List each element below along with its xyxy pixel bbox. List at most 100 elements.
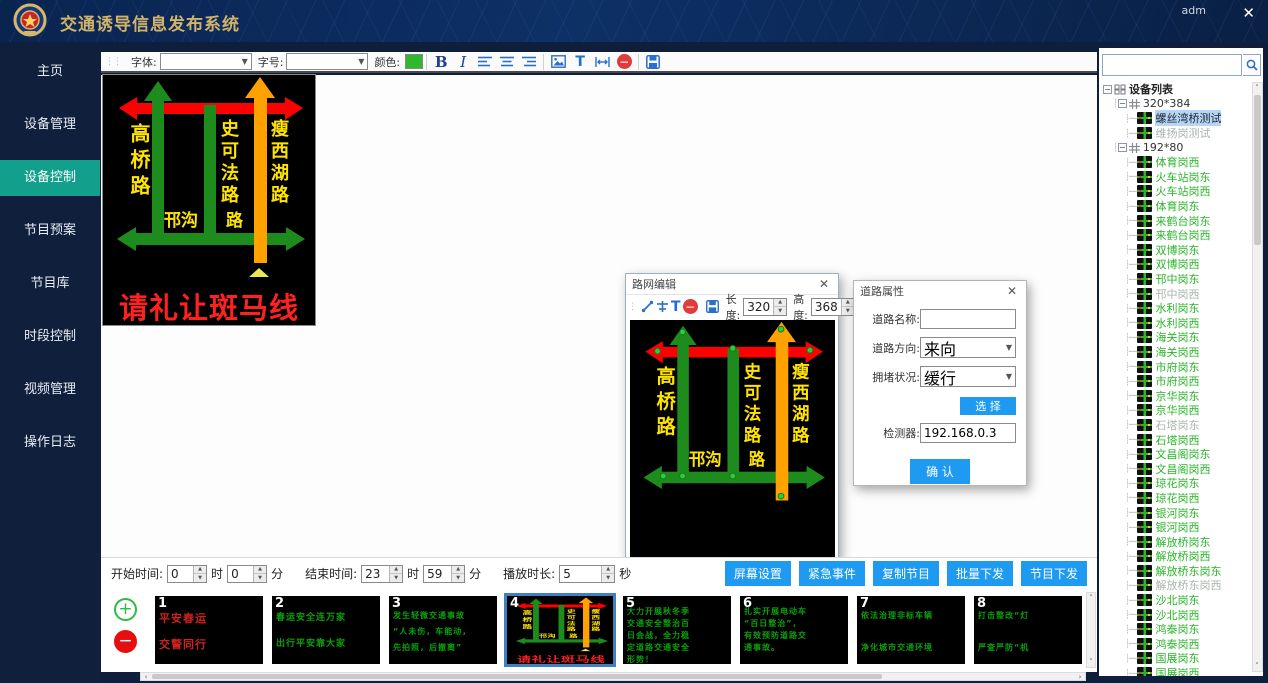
duration-spinner[interactable]: 5▲▼	[559, 565, 615, 583]
select-detector-button[interactable]: 选 择	[960, 397, 1016, 415]
scroll-down-icon[interactable]: ˅	[1087, 657, 1095, 667]
text-tool-button[interactable]: T	[570, 53, 590, 71]
delete-object-icon[interactable]: −	[614, 53, 634, 71]
device-item[interactable]: ┊──银河岗西	[1101, 520, 1251, 535]
sidebar-item-0[interactable]: 主页	[0, 54, 100, 90]
program-frame-4[interactable]: 4高桥路史可法路瘦西湖路邗沟路请礼让斑马线	[504, 593, 616, 667]
sidebar-item-3[interactable]: 节目预案	[0, 213, 100, 249]
device-item[interactable]: ┊──邗中岗东	[1101, 272, 1251, 287]
delete-object-icon[interactable]: −	[683, 298, 698, 316]
device-item[interactable]: ┊──沙北岗西	[1101, 607, 1251, 622]
program-frame-2[interactable]: 2春运安全连万家出行平安靠大家	[272, 596, 380, 664]
device-item[interactable]: ┊──文昌阁岗东	[1101, 447, 1251, 462]
device-item[interactable]: ┊──京华岗东	[1101, 388, 1251, 403]
device-item[interactable]: ┊──火车站岗东	[1101, 170, 1251, 185]
scroll-right-icon[interactable]: ›	[1075, 673, 1085, 680]
device-item[interactable]: ┊──文昌阁岗西	[1101, 461, 1251, 476]
align-center-icon[interactable]	[497, 53, 517, 71]
program-frame-5[interactable]: 5大力开展秋冬季交通安全整治百日会战，全力稳定道路交通安全形势！	[623, 596, 731, 664]
road-direction-select[interactable]: 来向▼	[920, 337, 1016, 358]
device-item[interactable]: ┊──石塔岗东	[1101, 418, 1251, 433]
add-frame-button[interactable]: +	[114, 598, 137, 621]
scroll-up-icon[interactable]: ˄	[1087, 593, 1095, 603]
sidebar-item-4[interactable]: 节目库	[0, 266, 100, 302]
traffic-sign-preview[interactable]: 高桥路史可法路瘦西湖路邗沟路请礼让斑马线	[103, 75, 315, 325]
bold-button[interactable]: B	[431, 53, 451, 71]
close-icon[interactable]: ✕	[816, 277, 832, 291]
edit-handle[interactable]	[807, 347, 814, 354]
remove-frame-button[interactable]: −	[114, 630, 137, 653]
edit-handle[interactable]	[654, 348, 661, 355]
user-name[interactable]: adm	[1182, 4, 1206, 17]
edit-handle[interactable]	[679, 329, 686, 336]
program-frame-6[interactable]: 6扎实开展电动车“百日整治”，有效预防道路交通事故。	[740, 596, 848, 664]
program-frame-1[interactable]: 1平安春运交警同行	[155, 596, 263, 664]
device-tree-root[interactable]: −设备列表	[1101, 82, 1251, 97]
edit-handle[interactable]	[778, 493, 785, 500]
search-button[interactable]	[1243, 54, 1261, 76]
align-left-icon[interactable]	[475, 53, 495, 71]
device-item[interactable]: ┊──体育岗东	[1101, 199, 1251, 214]
close-icon[interactable]: ✕	[1004, 284, 1020, 298]
detector-input[interactable]	[920, 423, 1016, 443]
device-item[interactable]: ┊──双博岗西	[1101, 257, 1251, 272]
sidebar-item-6[interactable]: 视频管理	[0, 372, 100, 408]
device-item[interactable]: ┊──石塔岗西	[1101, 432, 1251, 447]
insert-image-icon[interactable]	[548, 53, 568, 71]
end-hour-spinner[interactable]: 23▲▼	[361, 565, 403, 583]
device-item[interactable]: ┊──国展岗西	[1101, 666, 1251, 676]
tree-vertical-scrollbar[interactable]: ˄ ˅	[1252, 82, 1263, 672]
device-item[interactable]: ┊──邗中岗西	[1101, 286, 1251, 301]
edit-handle[interactable]	[729, 473, 736, 480]
device-item[interactable]: ┊──市府岗西	[1101, 374, 1251, 389]
device-item[interactable]: ┊──解放桥岗东	[1101, 534, 1251, 549]
text-tool-button[interactable]: T	[671, 298, 681, 316]
device-item[interactable]: ┊──国展岗东	[1101, 651, 1251, 666]
edit-handle[interactable]	[660, 473, 667, 480]
scrollbar-thumb[interactable]	[1254, 95, 1261, 245]
sidebar-item-2[interactable]: 设备控制	[0, 160, 100, 196]
strip-vertical-scrollbar[interactable]: ˄ ˅	[1086, 592, 1096, 668]
program-frame-8[interactable]: 8打击整改“灯严查严防“机	[974, 596, 1082, 664]
resize-tool-icon[interactable]	[592, 53, 612, 71]
edit-handle[interactable]	[679, 473, 686, 480]
device-group-320*384[interactable]: ┊−320*384	[1101, 97, 1251, 112]
device-item[interactable]: ┊──解放桥岗西	[1101, 549, 1251, 564]
scroll-up-icon[interactable]: ˄	[1253, 83, 1261, 93]
device-item[interactable]: ┊──来鹤台岗西	[1101, 228, 1251, 243]
font-select[interactable]: ▼	[160, 53, 252, 70]
device-item[interactable]: ┊──银河岗东	[1101, 505, 1251, 520]
end-minute-spinner[interactable]: 59▲▼	[423, 565, 465, 583]
device-item[interactable]: ┊──海关岗西	[1101, 345, 1251, 360]
edit-handle[interactable]	[729, 345, 736, 352]
device-item[interactable]: ┊──水利岗东	[1101, 301, 1251, 316]
action-button-1[interactable]: 紧急事件	[799, 561, 865, 586]
align-right-icon[interactable]	[519, 53, 539, 71]
device-item[interactable]: ┊──维扬岗测试	[1101, 126, 1251, 141]
action-button-4[interactable]: 节目下发	[1021, 561, 1087, 586]
height-spinner[interactable]: 368 ▲▼	[811, 298, 855, 316]
edit-handle[interactable]	[778, 326, 785, 333]
collapse-icon[interactable]: −	[1103, 85, 1112, 94]
save-icon[interactable]	[706, 298, 719, 316]
font-size-select[interactable]: ▼	[286, 53, 368, 70]
device-item[interactable]: ┊──解放桥东岗西	[1101, 578, 1251, 593]
sidebar-item-1[interactable]: 设备管理	[0, 107, 100, 143]
draw-road-icon[interactable]	[641, 298, 654, 316]
road-name-input[interactable]	[920, 309, 1016, 329]
collapse-icon[interactable]: −	[1118, 143, 1127, 152]
action-button-0[interactable]: 屏幕设置	[725, 561, 791, 586]
start-minute-spinner[interactable]: 0▲▼	[227, 565, 267, 583]
device-item[interactable]: ┊──沙北岗东	[1101, 593, 1251, 608]
design-canvas[interactable]: 高桥路史可法路瘦西湖路邗沟路请礼让斑马线 路网编辑 ✕ ⋮ T −	[101, 75, 1097, 557]
action-button-2[interactable]: 复制节目	[873, 561, 939, 586]
confirm-button[interactable]: 确 认	[910, 459, 970, 484]
italic-button[interactable]: I	[453, 53, 473, 71]
scroll-left-icon[interactable]: ‹	[141, 673, 151, 680]
device-item[interactable]: ┊──螺丝湾桥测试	[1101, 111, 1251, 126]
device-item[interactable]: ┊──京华岗西	[1101, 403, 1251, 418]
device-group-192*80[interactable]: ┊−192*80	[1101, 140, 1251, 155]
start-hour-spinner[interactable]: 0▲▼	[167, 565, 207, 583]
device-item[interactable]: ┊──双博岗东	[1101, 243, 1251, 258]
color-swatch[interactable]	[405, 54, 423, 69]
